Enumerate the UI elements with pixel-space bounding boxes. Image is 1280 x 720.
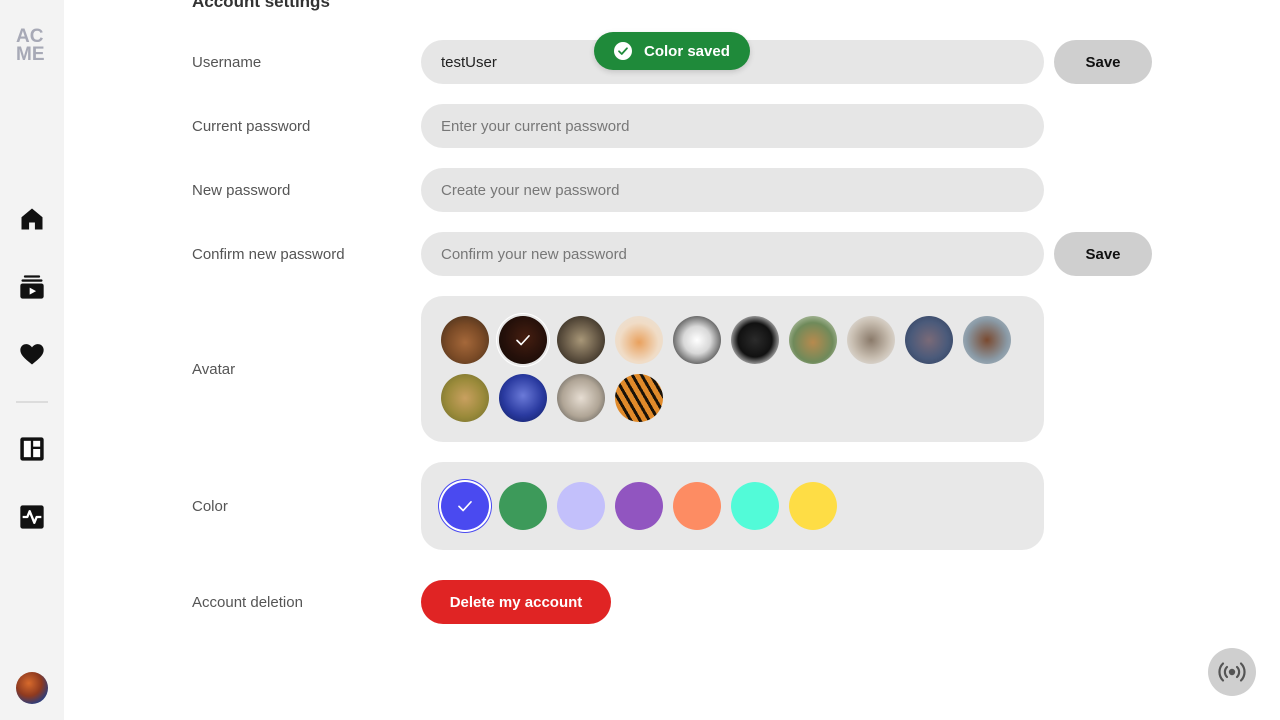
color-swatch-green[interactable] (499, 482, 547, 530)
current-password-placeholder: Enter your current password (441, 117, 630, 135)
nav-divider (16, 401, 48, 403)
toast-text: Color saved (644, 42, 730, 60)
save-username-button[interactable]: Save (1054, 40, 1152, 84)
avatar-option-hippo[interactable] (905, 316, 953, 364)
avatar-option-giraffe[interactable] (789, 316, 837, 364)
avatar-option-bear[interactable] (441, 316, 489, 364)
avatar-option-owl[interactable] (557, 316, 605, 364)
color-swatch-lavender[interactable] (557, 482, 605, 530)
logo-line-2: ME (16, 44, 45, 65)
activity-icon[interactable] (18, 503, 46, 531)
color-label: Color (192, 498, 228, 515)
avatar-option-dog-pug[interactable] (731, 316, 779, 364)
user-avatar[interactable] (16, 672, 48, 704)
heart-icon[interactable] (18, 340, 46, 368)
page-title: Account settings (192, 0, 330, 11)
color-swatch-orange[interactable] (673, 482, 721, 530)
avatar-option-dog-shiba[interactable] (615, 316, 663, 364)
check-icon (499, 316, 547, 364)
dashboard-icon[interactable] (18, 435, 46, 463)
username-label: Username (192, 54, 262, 71)
new-password-placeholder: Create your new password (441, 181, 620, 199)
acme-logo[interactable]: AC ME (16, 27, 50, 65)
color-swatch-yellow[interactable] (789, 482, 837, 530)
confirm-password-label: Confirm new password (192, 246, 345, 263)
home-icon[interactable] (18, 205, 46, 233)
new-password-label: New password (192, 182, 291, 199)
avatar-label: Avatar (192, 361, 236, 378)
avatar-option-dog-pitbull[interactable] (673, 316, 721, 364)
avatar-option-bird[interactable] (499, 316, 547, 364)
check-icon (458, 501, 472, 512)
check-circle-icon (614, 42, 632, 60)
confirm-password-field[interactable]: Confirm your new password (421, 232, 1044, 276)
current-password-field[interactable]: Enter your current password (421, 104, 1044, 148)
color-swatch-aqua[interactable] (731, 482, 779, 530)
avatar-option-tiger[interactable] (615, 374, 663, 422)
broadcast-icon (1218, 662, 1246, 682)
color-swatch-blue[interactable] (441, 482, 489, 530)
new-password-field[interactable]: Create your new password (421, 168, 1044, 212)
avatar-option-antelope[interactable] (441, 374, 489, 422)
color-swatches (441, 482, 837, 530)
color-swatch-purple[interactable] (615, 482, 663, 530)
sidebar: AC ME (0, 0, 64, 720)
avatar-grid (441, 316, 1031, 422)
avatar-option-jellyfish[interactable] (499, 374, 547, 422)
broadcast-button[interactable] (1208, 648, 1256, 696)
save-password-button[interactable]: Save (1054, 232, 1152, 276)
current-password-label: Current password (192, 118, 311, 135)
avatar-option-hedgehog[interactable] (847, 316, 895, 364)
playlist-icon[interactable] (18, 273, 46, 301)
delete-account-button[interactable]: Delete my account (421, 580, 611, 624)
avatar-option-sheep[interactable] (557, 374, 605, 422)
confirm-password-placeholder: Confirm your new password (441, 245, 627, 263)
avatar-option-horse[interactable] (963, 316, 1011, 364)
color-saved-toast: Color saved (594, 32, 750, 70)
username-value: testUser (441, 53, 497, 71)
account-deletion-label: Account deletion (192, 594, 303, 611)
